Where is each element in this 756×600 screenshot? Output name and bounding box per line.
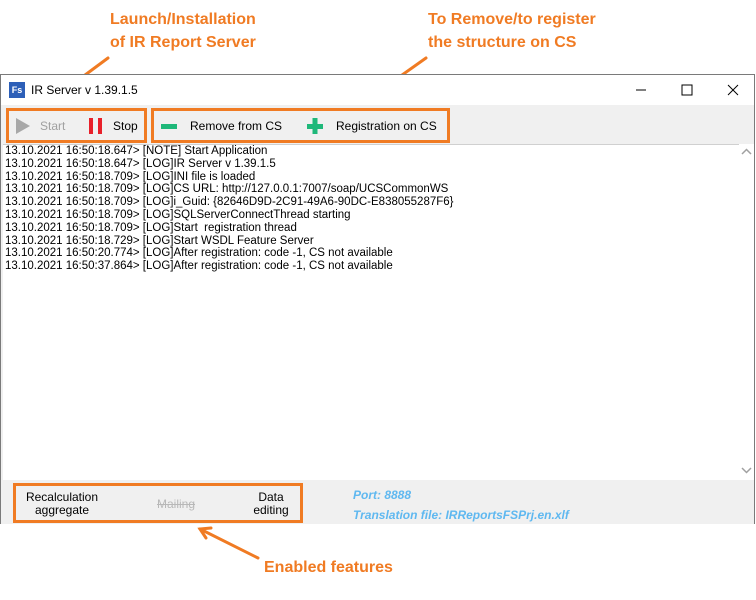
mailing-button[interactable]: Mailing [136, 498, 216, 511]
callout-register: To Remove/to register the structure on C… [428, 8, 596, 54]
recalculation-aggregate-button[interactable]: Recalculation aggregate [22, 491, 102, 517]
app-window: Fs IR Server v 1.39.1.5 Start Stop Remov… [0, 74, 755, 524]
log-panel[interactable]: 13.10.2021 16:50:18.647> [NOTE] Start Ap… [3, 144, 739, 481]
callout-launch: Launch/Installation of IR Report Server [110, 8, 256, 54]
start-button[interactable]: Start [12, 111, 65, 141]
features-group: Recalculation aggregate Mailing Data edi… [13, 483, 303, 523]
callout-launch-line1: Launch/Installation [110, 11, 256, 28]
scroll-down-icon[interactable] [741, 466, 752, 474]
data-line2: editing [253, 503, 289, 517]
translation-file-label: Translation file: IRReportsFSPrj.en.xlf [353, 508, 569, 522]
log-line: 13.10.2021 16:50:18.729> [LOG]Start WSDL… [5, 234, 314, 247]
plus-icon [304, 115, 326, 137]
minimize-button[interactable] [618, 75, 664, 105]
log-line: 13.10.2021 16:50:18.647> [NOTE] Start Ap… [5, 145, 268, 157]
maximize-icon [681, 84, 693, 96]
remove-from-cs-button[interactable]: Remove from CS [158, 111, 282, 141]
vertical-scrollbar[interactable] [739, 144, 754, 480]
close-icon [727, 84, 739, 96]
stop-label: Stop [113, 119, 138, 133]
callout-features: Enabled features [264, 559, 393, 576]
callout-register-line2: the structure on CS [428, 34, 577, 51]
close-button[interactable] [710, 75, 756, 105]
minimize-icon [636, 89, 646, 91]
registration-on-cs-button[interactable]: Registration on CS [304, 111, 437, 141]
log-line: 13.10.2021 16:50:18.709> [LOG]INI file i… [5, 170, 256, 183]
minus-icon [158, 115, 180, 137]
remove-label: Remove from CS [190, 119, 283, 133]
start-label: Start [40, 119, 66, 133]
log-line: 13.10.2021 16:50:37.864> [LOG]After regi… [5, 260, 393, 273]
title-bar[interactable]: Fs IR Server v 1.39.1.5 [1, 75, 754, 105]
maximize-button[interactable] [664, 75, 710, 105]
log-line: 13.10.2021 16:50:18.647> [LOG]IR Server … [5, 157, 276, 170]
pause-icon [85, 115, 107, 137]
cs-registration-group: Remove from CS Registration on CS [151, 108, 450, 143]
register-label: Registration on CS [336, 119, 437, 133]
scroll-up-icon[interactable] [741, 148, 752, 156]
status-bar: Recalculation aggregate Mailing Data edi… [1, 480, 754, 524]
recalc-line2: aggregate [34, 503, 90, 517]
window-title: IR Server v 1.39.1.5 [31, 83, 138, 97]
log-line: 13.10.2021 16:50:20.774> [LOG]After regi… [5, 247, 393, 260]
mailing-label: Mailing [156, 497, 195, 511]
log-line: 13.10.2021 16:50:18.709> [LOG]SQLServerC… [5, 208, 351, 221]
log-line: 13.10.2021 16:50:18.709> [LOG]i_Guid: {8… [5, 196, 454, 209]
stop-button[interactable]: Stop [85, 111, 138, 141]
data-editing-button[interactable]: Data editing [244, 491, 298, 517]
app-logo-icon: Fs [9, 82, 25, 98]
play-icon [12, 115, 34, 137]
port-label: Port: 8888 [353, 488, 412, 502]
log-line: 13.10.2021 16:50:18.709> [LOG]CS URL: ht… [5, 183, 449, 196]
callout-launch-line2: of IR Report Server [110, 34, 256, 51]
log-line: 13.10.2021 16:50:18.709> [LOG]Start regi… [5, 221, 297, 234]
launch-controls-group: Start Stop [6, 108, 147, 143]
toolbar: Start Stop Remove from CS Registration o… [1, 105, 754, 145]
callout-register-line1: To Remove/to register [428, 11, 596, 28]
